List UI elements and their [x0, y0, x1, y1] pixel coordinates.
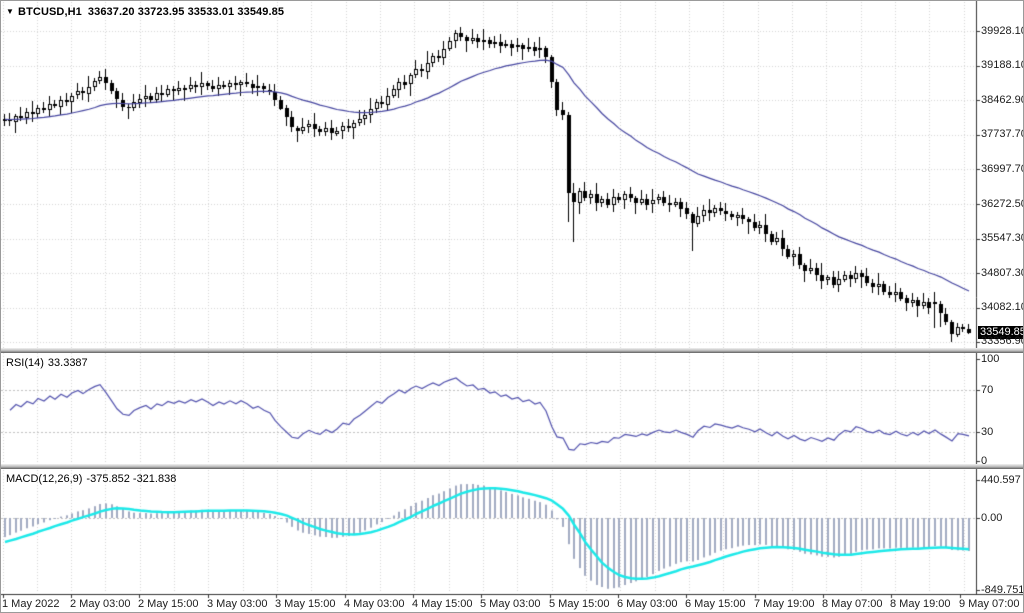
- macd-axis-label: 440.597: [981, 475, 1021, 486]
- macd-axis-label: -849.751: [981, 585, 1024, 596]
- time-axis-label: 2 May 15:00: [138, 599, 199, 610]
- time-axis-label: 4 May 03:00: [344, 599, 405, 610]
- price-axis-label: 39188.10: [981, 60, 1024, 71]
- price-axis-label: 34807.30: [981, 268, 1024, 279]
- time-axis-label: 8 May 19:00: [890, 599, 951, 610]
- time-axis-label: 5 May 15:00: [549, 599, 610, 610]
- time-axis-label: 9 May 07:00: [959, 599, 1020, 610]
- price-axis-label: 36997.70: [981, 164, 1024, 175]
- price-axis-label: 36272.50: [981, 199, 1024, 210]
- rsi-axis-label: 70: [981, 385, 993, 396]
- time-axis-label: 3 May 15:00: [275, 599, 336, 610]
- time-axis-label: 4 May 15:00: [412, 599, 473, 610]
- trading-chart-window: ▼ BTCUSD,H1 33637.20 33723.95 33533.01 335…: [0, 0, 1024, 613]
- symbol-timeframe-label: BTCUSD,H1: [18, 6, 82, 18]
- chart-canvas[interactable]: [1, 1, 1024, 613]
- macd-axis-label: 0.00: [981, 513, 1002, 524]
- price-axis-label: 35547.30: [981, 233, 1024, 244]
- chart-header: ▼ BTCUSD,H1 33637.20 33723.95 33533.01 335…: [6, 6, 284, 18]
- rsi-axis-label: 0: [981, 456, 987, 467]
- price-axis-label: 38462.90: [981, 95, 1024, 106]
- ohlc-readout: 33637.20 33723.95 33533.01 33549.85: [88, 6, 284, 18]
- panel-separator-rsi[interactable]: [1, 348, 1024, 353]
- rsi-indicator-label: RSI(14) 33.3387: [6, 357, 92, 369]
- macd-name: MACD(12,26,9): [6, 473, 82, 485]
- time-axis-label: 1 May 2022: [2, 599, 59, 610]
- time-axis-label: 3 May 03:00: [207, 599, 268, 610]
- time-axis-label: 5 May 03:00: [480, 599, 541, 610]
- rsi-name: RSI(14): [6, 357, 44, 369]
- macd-values: -375.852 -321.838: [86, 473, 176, 485]
- time-axis-label: 2 May 03:00: [70, 599, 131, 610]
- price-axis-label: 33356.90: [981, 336, 1024, 347]
- panel-separator-macd[interactable]: [1, 464, 1024, 469]
- price-axis-label: 39928.10: [981, 26, 1024, 37]
- rsi-axis-label: 30: [981, 427, 993, 438]
- rsi-value: 33.3387: [48, 357, 88, 369]
- price-axis-label: 37737.70: [981, 129, 1024, 140]
- time-axis-label: 7 May 19:00: [754, 599, 815, 610]
- time-axis-label: 6 May 03:00: [617, 599, 678, 610]
- symbol-dropdown-icon[interactable]: ▼: [6, 7, 14, 16]
- macd-indicator-label: MACD(12,26,9) -375.852 -321.838: [6, 473, 180, 485]
- time-axis-label: 8 May 07:00: [822, 599, 883, 610]
- time-axis-label: 6 May 15:00: [685, 599, 746, 610]
- price-axis-label: 34082.10: [981, 302, 1024, 313]
- rsi-axis-label: 100: [981, 354, 999, 365]
